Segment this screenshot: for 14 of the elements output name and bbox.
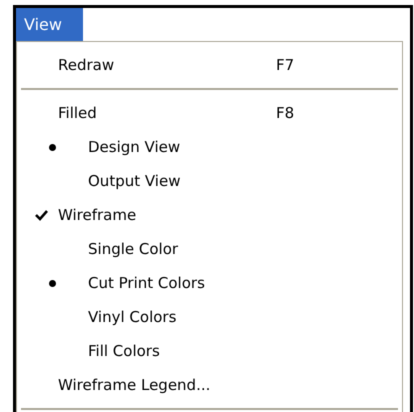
menu-item[interactable]: Wireframe [21, 198, 398, 232]
menu-title[interactable]: View [16, 8, 83, 41]
menu-item[interactable]: Filled F8 [21, 96, 398, 130]
menu-item[interactable]: Fill Colors [21, 334, 398, 368]
menu-item[interactable]: Single Color [21, 232, 398, 266]
radio-bullet-icon [49, 280, 56, 286]
radio-bullet-icon [49, 144, 56, 150]
checkmark-icon [35, 210, 48, 220]
menu-item[interactable]: Vinyl Colors [21, 300, 398, 334]
menu-item[interactable]: Output View [21, 164, 398, 198]
menu-item[interactable]: Redraw F7 [21, 48, 398, 82]
menu-item[interactable]: Design View [21, 130, 398, 164]
menu-item[interactable]: Cut Print Colors [21, 266, 398, 300]
menu-item[interactable]: Wireframe Legend... [21, 368, 398, 402]
